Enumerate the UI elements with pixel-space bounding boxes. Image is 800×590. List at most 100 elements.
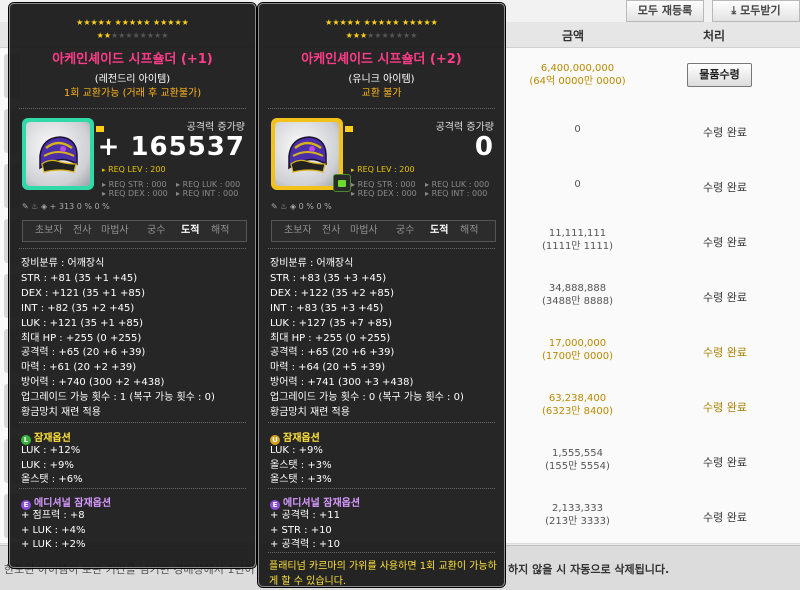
- status-cell: 수령 완료: [703, 236, 747, 249]
- req-str-text: REQ STR : 000: [108, 180, 167, 189]
- potential-line: LUK : +9%: [270, 445, 323, 456]
- attack-increase-value: 0: [474, 132, 494, 162]
- additional-lines: + 공격력 : +11 + STR : +10 + 공격력 : +10: [270, 509, 340, 553]
- additional-potential-title: E 에디셔널 잠재옵션: [270, 494, 360, 510]
- item-name: 아케인셰이드 시프숄더 (+1): [52, 52, 213, 67]
- divider: [19, 488, 246, 489]
- status-cell: 수령 완료: [703, 456, 747, 469]
- trade-restriction: 1회 교환가능 (거래 후 교환불가): [63, 88, 202, 99]
- additional-title-text: 에디셔널 잠재옵션: [34, 498, 112, 509]
- item-grade: (유니크 아이템): [348, 74, 415, 85]
- potential-title: L 잠재옵션: [21, 429, 71, 445]
- additional-line: + LUK : +2%: [21, 539, 86, 551]
- amount-value: 1,555,554: [552, 448, 603, 459]
- star-icons: ★★★★★ ★★★★★ ★★★★★: [76, 18, 189, 27]
- amount-korean: (64억 0000만 0000): [529, 76, 626, 87]
- lock-icon: [333, 174, 351, 192]
- amount-column-header[interactable]: 금액: [562, 27, 584, 44]
- req-dex-text: REQ DEX : 000: [108, 189, 168, 198]
- stat-line: DEX : +121 (35 +1 +85): [21, 287, 145, 299]
- potential-title-text: 잠재옵션: [34, 433, 71, 444]
- shoulder-item-icon: [39, 136, 78, 173]
- req-dex: ▸ REQ DEX : 000: [351, 189, 417, 198]
- amount-cell: 63,238,400 (6323만 8400): [505, 392, 650, 418]
- stat-line: 업그레이드 가능 횟수 : 0 (복구 가능 횟수 : 0): [270, 392, 464, 404]
- stat-line: DEX : +122 (35 +2 +85): [270, 287, 394, 299]
- job-bar: 초보자 전사 마법사 궁수 도적 해적: [22, 220, 247, 242]
- flame-icon: ♨: [280, 202, 288, 211]
- amount-korean: (213만 3333): [545, 516, 610, 527]
- divider: [268, 248, 495, 249]
- flame-icon: ♨: [31, 202, 39, 211]
- req-level-text: REQ LEV : 200: [357, 165, 415, 174]
- status-cell: 수령 완료: [703, 511, 747, 524]
- receive-all-button[interactable]: ⤓ 모두받기: [712, 0, 800, 22]
- starforce-row-1: ★★★★★ ★★★★★ ★★★★★: [10, 18, 255, 28]
- divider: [268, 488, 495, 489]
- amount-value: 34,888,888: [548, 283, 607, 294]
- req-str-text: REQ STR : 000: [357, 180, 416, 189]
- req-dex: ▸ REQ DEX : 000: [102, 189, 168, 198]
- stat-line: STR : +83 (35 +3 +45): [270, 272, 387, 284]
- starforce-row-1: ★★★★★ ★★★★★ ★★★★★: [259, 18, 504, 28]
- job-bar: 초보자 전사 마법사 궁수 도적 해적: [271, 220, 496, 242]
- amount-korean: (6323만 8400): [541, 406, 614, 417]
- amount-cell: 0: [505, 178, 650, 191]
- job-0: 초보자: [35, 225, 63, 236]
- receive-all-label: 모두받기: [740, 4, 781, 17]
- stat-line: LUK : +127 (35 +7 +85): [270, 317, 393, 329]
- job-5: 해적: [211, 225, 230, 236]
- additional-potential-title: E 에디셔널 잠재옵션: [21, 494, 111, 510]
- divider: [19, 422, 246, 423]
- amount-korean: (1700만 0000): [541, 351, 614, 362]
- star-icons-empty: ★★★★★★★★: [110, 31, 169, 40]
- additional-line: + STR : +10: [270, 524, 332, 536]
- potential-line: LUK : +9%: [21, 459, 74, 471]
- flag-icon: [345, 126, 353, 132]
- attack-increase-label: 공격력 증가량: [435, 122, 494, 133]
- req-int-text: REQ INT : 000: [431, 189, 488, 198]
- potential-title-text: 잠재옵션: [283, 433, 320, 444]
- req-level: ▸ REQ LEV : 200: [102, 165, 166, 175]
- star-icons: ★★★: [345, 31, 368, 40]
- job-3: 궁수: [147, 225, 166, 236]
- amount-value: 17,000,000: [548, 338, 607, 349]
- amount-cell: 2,133,333 (213만 3333): [505, 502, 650, 528]
- req-dex-text: REQ DEX : 000: [357, 189, 417, 198]
- req-int-text: REQ INT : 000: [182, 189, 239, 198]
- amount-value: 0: [574, 179, 581, 190]
- wrench-icon: ✎: [22, 202, 29, 211]
- amount-value: 63,238,400: [548, 393, 607, 404]
- amount-value: 0: [574, 124, 581, 135]
- triangle-icon: ▸: [351, 166, 355, 174]
- amount-value: 2,133,333: [552, 503, 603, 514]
- extra-stats-text: 0 % 0 %: [298, 202, 332, 211]
- amount-korean: (155만 5554): [545, 461, 610, 472]
- attack-increase-label: 공격력 증가량: [186, 122, 245, 133]
- job-1: 전사: [73, 225, 92, 236]
- divider: [268, 422, 495, 423]
- amount-cell: 17,000,000 (1700만 0000): [505, 337, 650, 363]
- stat-line: 방어력 : +741 (300 +3 +438): [270, 377, 414, 389]
- notice-text-right: 하지 않을 시 자동으로 삭제됩니다.: [508, 563, 670, 576]
- shoulder-item-icon: [288, 136, 327, 173]
- receive-item-button[interactable]: 물품수령: [687, 63, 752, 87]
- job-4: 도적: [181, 225, 200, 236]
- wrench-icon: ✎: [271, 202, 278, 211]
- item-grade: (레전드리 아이템): [94, 74, 171, 85]
- item-icon-frame: [271, 118, 353, 192]
- star-icons-empty: ★★★★★★★: [367, 31, 418, 40]
- amount-value: 11,111,111: [548, 228, 607, 239]
- stat-line: 방어력 : +740 (300 +2 +438): [21, 377, 165, 389]
- reregister-all-button[interactable]: 모두 재등록: [626, 0, 704, 22]
- attack-increase-value: + 165537: [97, 132, 245, 162]
- potential-title: U 잠재옵션: [270, 429, 320, 445]
- item-tooltip-owned: ★★★★★ ★★★★★ ★★★★★ ★★★★★★★★★★ 아케인셰이드 시프숄더 (…: [9, 3, 256, 568]
- req-level: ▸ REQ LEV : 200: [351, 165, 415, 175]
- stat-line: 최대 HP : +255 (0 +255): [21, 332, 142, 344]
- status-cell: 수령 완료: [703, 401, 747, 414]
- amount-korean: (1111만 1111): [541, 241, 614, 252]
- job-1: 전사: [322, 225, 341, 236]
- star-icons: ★★: [96, 31, 111, 40]
- status-cell: 수령 완료: [703, 126, 747, 139]
